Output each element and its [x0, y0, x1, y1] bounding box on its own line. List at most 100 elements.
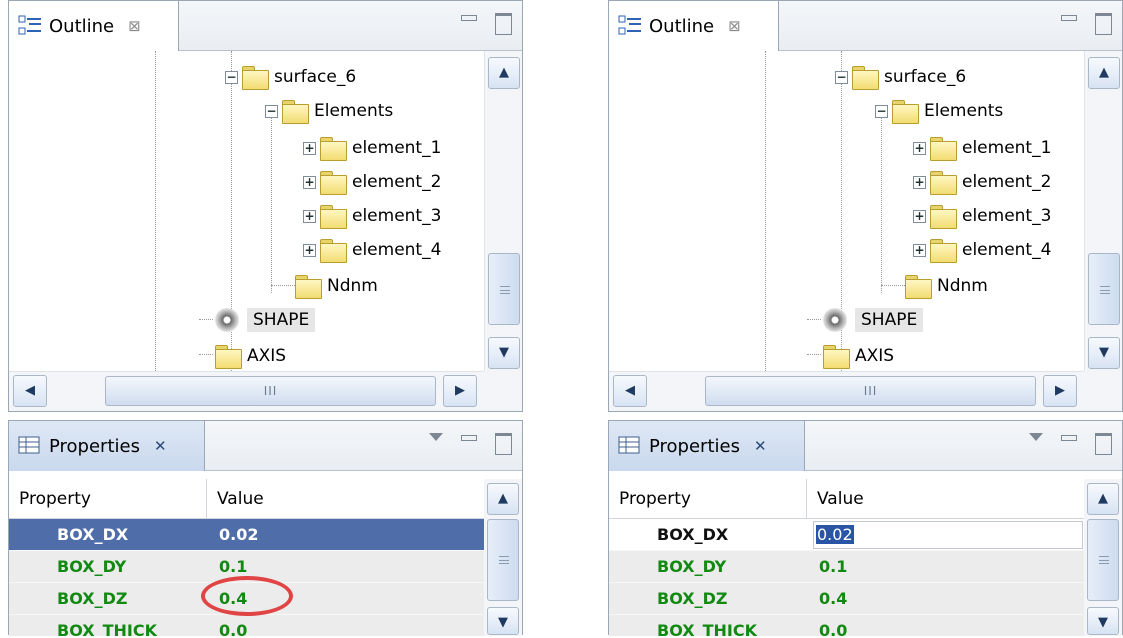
tree-node-label: AXIS — [247, 346, 287, 366]
minimize-icon[interactable] — [461, 435, 477, 441]
expand-icon[interactable]: + — [303, 141, 316, 155]
maximize-icon[interactable] — [495, 13, 512, 35]
tree-node-element-3[interactable]: + element_3 — [303, 199, 441, 233]
minimize-icon[interactable] — [461, 15, 477, 21]
outline-horizontal-scrollbar[interactable]: ◀ III ▶ — [609, 371, 1084, 411]
property-name: BOX_DX — [657, 525, 729, 544]
view-menu-icon[interactable] — [1029, 433, 1043, 441]
scrollbar-thumb[interactable] — [488, 253, 520, 325]
collapse-icon[interactable]: − — [225, 70, 238, 84]
properties-vertical-scrollbar[interactable]: ▲ ▼ — [1084, 479, 1122, 636]
minimize-icon[interactable] — [1061, 435, 1077, 441]
property-value: 0.02 — [219, 525, 259, 544]
outline-horizontal-scrollbar[interactable]: ◀ III ▶ — [9, 371, 484, 411]
expand-icon[interactable]: + — [913, 243, 926, 257]
tree-node-surface-6[interactable]: − surface_6 — [835, 60, 966, 94]
tree-node-axis[interactable]: AXIS — [215, 339, 286, 371]
properties-vertical-scrollbar[interactable]: ▲ ▼ — [484, 479, 522, 636]
tree-guide-line — [271, 285, 295, 286]
properties-tab[interactable]: Properties ✕ — [609, 421, 805, 471]
outline-tab[interactable]: Outline ⊠ — [609, 1, 779, 51]
column-header-property[interactable]: Property — [9, 479, 207, 518]
tree-node-shape[interactable]: SHAPE — [215, 303, 316, 337]
scroll-down-arrow-icon[interactable]: ▼ — [487, 607, 519, 635]
tree-node-elements[interactable]: − Elements — [875, 94, 1003, 128]
scroll-down-arrow-icon[interactable]: ▼ — [1088, 337, 1120, 369]
scroll-down-arrow-icon[interactable]: ▼ — [488, 337, 520, 369]
tree-guide-line — [807, 354, 821, 355]
scrollbar-thumb[interactable] — [1087, 519, 1119, 601]
scroll-right-arrow-icon[interactable]: ▶ — [1043, 375, 1077, 407]
scroll-left-arrow-icon[interactable]: ◀ — [613, 375, 647, 407]
expand-icon[interactable]: + — [303, 243, 316, 257]
view-menu-icon[interactable] — [429, 433, 443, 441]
property-row-box-dx[interactable]: BOX_DX 0.02 — [609, 519, 1086, 551]
grip-icon — [1100, 286, 1110, 294]
scrollbar-thumb[interactable] — [487, 519, 519, 601]
property-name: BOX_DZ — [657, 589, 728, 608]
scrollbar-thumb[interactable] — [1088, 253, 1120, 325]
tree-node-element-1[interactable]: + element_1 — [303, 131, 441, 165]
maximize-icon[interactable] — [495, 433, 512, 455]
tree-node-element-4[interactable]: + element_4 — [913, 233, 1051, 267]
property-row-box-dy[interactable]: BOX_DY 0.1 — [609, 551, 1086, 583]
horizontal-scrollbar-thumb[interactable]: III — [705, 376, 1036, 406]
outline-vertical-scrollbar[interactable]: ▲ ▼ — [1084, 51, 1122, 371]
maximize-icon[interactable] — [1095, 433, 1112, 455]
scroll-right-arrow-icon[interactable]: ▶ — [443, 375, 477, 407]
column-header-property[interactable]: Property — [609, 479, 807, 518]
column-header-value[interactable]: Value — [807, 479, 1086, 518]
close-icon[interactable]: ⊠ — [128, 17, 141, 35]
tree-node-element-2[interactable]: + element_2 — [303, 165, 441, 199]
tree-node-element-2[interactable]: + element_2 — [913, 165, 1051, 199]
scroll-down-arrow-icon[interactable]: ▼ — [1087, 607, 1119, 635]
property-row-box-thick[interactable]: BOX_THICK 0.0 — [609, 615, 1086, 636]
tree-node-label: element_2 — [352, 172, 442, 192]
tree-node-shape[interactable]: SHAPE — [823, 303, 924, 337]
tree-node-element-1[interactable]: + element_1 — [913, 131, 1051, 165]
properties-tab[interactable]: Properties ✕ — [9, 421, 205, 471]
column-header-value[interactable]: Value — [207, 479, 486, 518]
collapse-icon[interactable]: − — [875, 104, 888, 118]
tree-node-label: Ndnm — [937, 276, 988, 296]
tree-node-surface-6[interactable]: − surface_6 — [225, 60, 356, 94]
scroll-up-arrow-icon[interactable]: ▲ — [488, 57, 520, 89]
minimize-icon[interactable] — [1061, 15, 1077, 21]
tree-node-ndnm[interactable]: Ndnm — [295, 269, 378, 303]
expand-icon[interactable]: + — [303, 209, 316, 223]
property-row-box-thick[interactable]: BOX_THICK 0.0 — [9, 615, 486, 636]
property-value-editor[interactable]: 0.02 — [813, 520, 1083, 549]
property-name: BOX_DX — [57, 525, 129, 544]
collapse-icon[interactable]: − — [835, 70, 848, 84]
property-value: 0.0 — [819, 621, 848, 636]
expand-icon[interactable]: + — [913, 209, 926, 223]
close-icon[interactable]: ✕ — [154, 437, 167, 455]
tree-node-elements[interactable]: − Elements — [265, 94, 393, 128]
tree-node-label: Ndnm — [327, 276, 378, 296]
property-value: 0.4 — [819, 589, 848, 608]
properties-tab-label: Properties — [49, 435, 140, 457]
scroll-up-arrow-icon[interactable]: ▲ — [487, 483, 519, 515]
collapse-icon[interactable]: − — [265, 104, 278, 118]
expand-icon[interactable]: + — [913, 175, 926, 189]
close-icon[interactable]: ✕ — [754, 437, 767, 455]
property-name: BOX_THICK — [57, 621, 157, 636]
expand-icon[interactable]: + — [913, 141, 926, 155]
properties-view: Properties ✕ Property Value BOX_DX 0.02 … — [8, 420, 523, 636]
tree-node-element-4[interactable]: + element_4 — [303, 233, 441, 267]
outline-vertical-scrollbar[interactable]: ▲ ▼ — [484, 51, 522, 371]
tree-node-element-3[interactable]: + element_3 — [913, 199, 1051, 233]
scroll-up-arrow-icon[interactable]: ▲ — [1088, 57, 1120, 89]
property-row-box-dz[interactable]: BOX_DZ 0.4 — [609, 583, 1086, 615]
outline-tab[interactable]: Outline ⊠ — [9, 1, 179, 51]
scroll-up-arrow-icon[interactable]: ▲ — [1087, 483, 1119, 515]
tree-node-axis[interactable]: AXIS — [823, 339, 894, 371]
tree-node-ndnm[interactable]: Ndnm — [905, 269, 988, 303]
expand-icon[interactable]: + — [303, 175, 316, 189]
property-row-box-dx[interactable]: BOX_DX 0.02 — [9, 519, 486, 551]
properties-window-controls — [1029, 433, 1112, 455]
maximize-icon[interactable] — [1095, 13, 1112, 35]
close-icon[interactable]: ⊠ — [728, 17, 741, 35]
horizontal-scrollbar-thumb[interactable]: III — [105, 376, 436, 406]
scroll-left-arrow-icon[interactable]: ◀ — [13, 375, 47, 407]
